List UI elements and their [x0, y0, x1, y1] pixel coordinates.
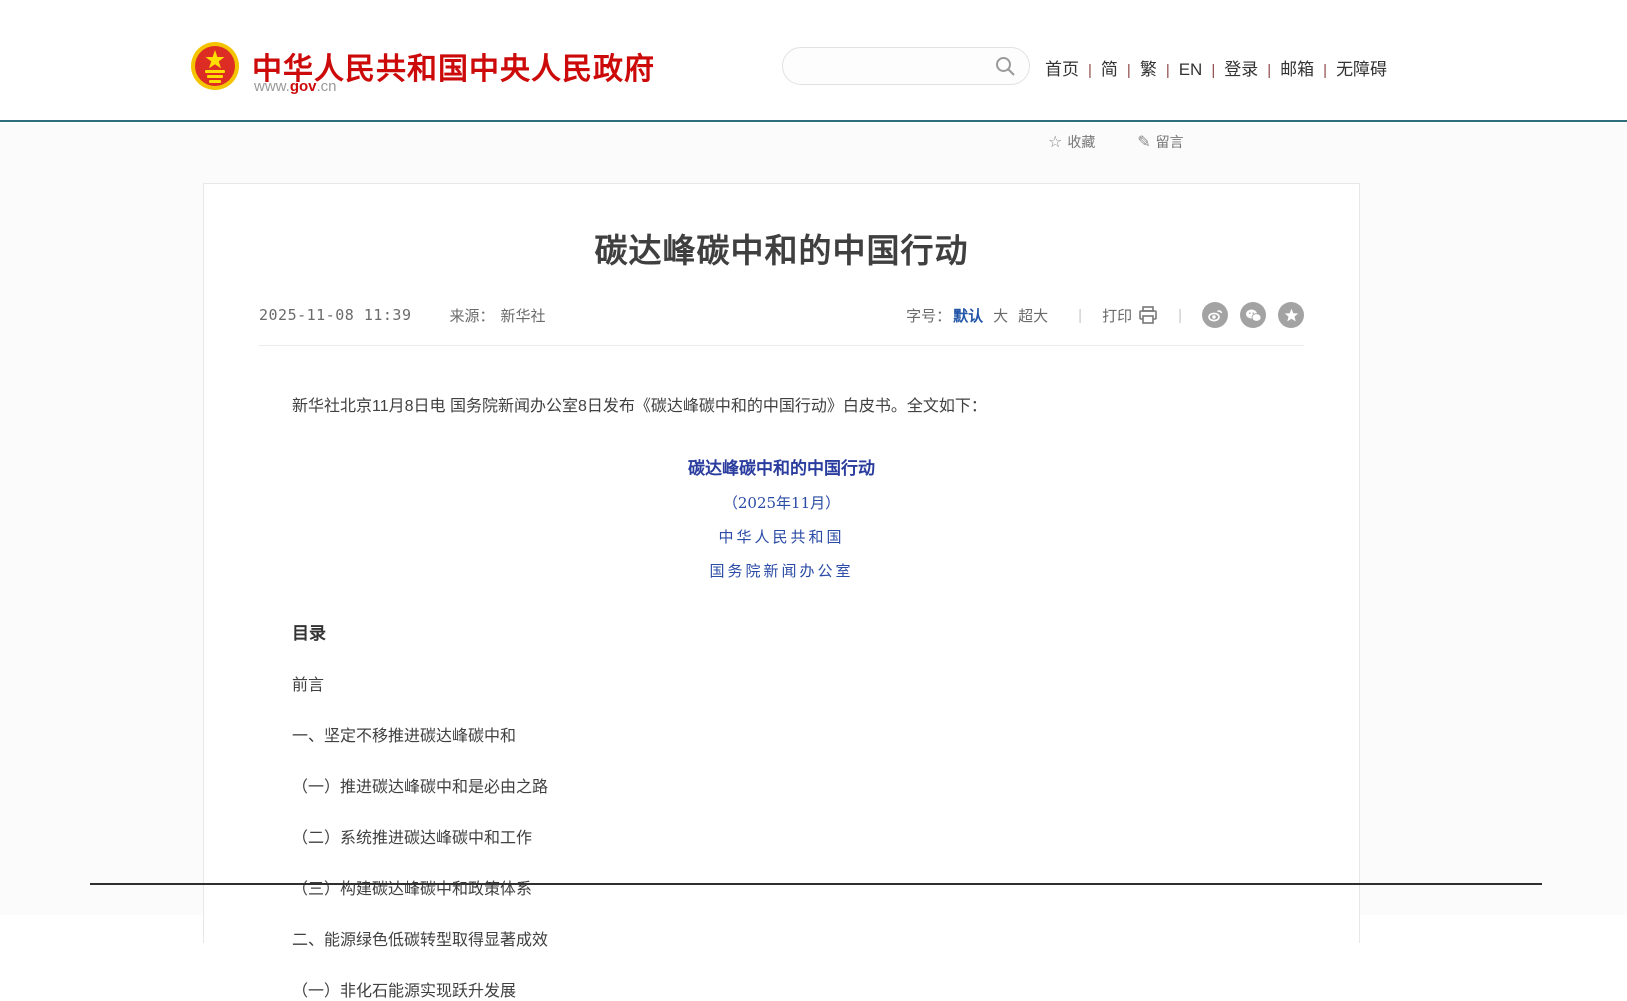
font-size-large-button[interactable]: 大: [993, 305, 1008, 326]
nav-simplified[interactable]: 简: [1101, 60, 1118, 79]
source-value[interactable]: 新华社: [501, 305, 546, 326]
comment-button[interactable]: ✎ 留言: [1137, 134, 1183, 150]
nav-separator: |: [1211, 62, 1215, 79]
document-title-link[interactable]: 碳达峰碳中和的中国行动: [292, 454, 1271, 479]
search-box[interactable]: [782, 47, 1030, 85]
article-meta-left: 2025-11-08 11:39 来源： 新华社: [259, 305, 546, 326]
nav-english[interactable]: EN: [1179, 60, 1203, 79]
toc-heading: 目录: [292, 619, 1271, 644]
weibo-share-icon[interactable]: [1202, 302, 1228, 328]
toc-item-section1-1[interactable]: （一）推进碳达峰碳中和是必由之路: [292, 773, 1271, 797]
share-buttons: [1202, 302, 1304, 328]
toc-item-section2-1[interactable]: （一）非化石能源实现跃升发展: [292, 977, 1271, 1001]
top-nav: 首页 | 简 | 繁 | EN | 登录 | 邮箱 | 无障碍: [1045, 55, 1387, 80]
nav-home[interactable]: 首页: [1045, 60, 1079, 79]
site-url-suffix: .cn: [317, 78, 337, 95]
star-icon: ☆: [1048, 134, 1062, 151]
toc-item-section2[interactable]: 二、能源绿色低碳转型取得显著成效: [292, 926, 1271, 950]
search-icon[interactable]: [993, 55, 1017, 79]
toc-item-section1[interactable]: 一、坚定不移推进碳达峰碳中和: [292, 722, 1271, 746]
meta-separator: |: [1178, 307, 1182, 324]
source-label: 来源：: [450, 305, 495, 326]
meta-separator: |: [1078, 307, 1082, 324]
site-url-gov: gov: [290, 78, 317, 95]
nav-accessibility[interactable]: 无障碍: [1336, 60, 1387, 79]
document-org-office: 国务院新闻办公室: [292, 560, 1271, 581]
printer-icon: [1138, 306, 1158, 324]
bottom-divider-line: [90, 883, 1542, 885]
document-org-country: 中华人民共和国: [292, 526, 1271, 547]
article-meta-row: 2025-11-08 11:39 来源： 新华社 字号： 默认 大 超大 | 打…: [259, 302, 1304, 346]
toc-item-section1-2[interactable]: （二）系统推进碳达峰碳中和工作: [292, 824, 1271, 848]
font-size-label: 字号：: [906, 305, 951, 326]
article-card: 碳达峰碳中和的中国行动 2025-11-08 11:39 来源： 新华社 字号：…: [203, 183, 1360, 943]
site-url: www.gov.cn: [254, 78, 337, 95]
publish-date: 2025-11-08 11:39: [259, 306, 412, 324]
toc-item-section1-3[interactable]: （三）构建碳达峰碳中和政策体系: [292, 875, 1271, 899]
toc-item-preface[interactable]: 前言: [292, 671, 1271, 695]
pencil-icon: ✎: [1137, 134, 1150, 151]
search-input[interactable]: [799, 50, 989, 82]
favorite-button[interactable]: ☆ 收藏: [1048, 134, 1095, 150]
nav-separator: |: [1127, 62, 1131, 79]
nav-separator: |: [1088, 62, 1092, 79]
site-header: 中华人民共和国中央人民政府 www.gov.cn 首页|简|繁|EN|登录|邮箱…: [0, 0, 1627, 122]
nav-separator: |: [1267, 62, 1271, 79]
page-actions: ☆ 收藏 ✎ 留言: [1048, 132, 1222, 152]
article-content: 新华社北京11月8日电 国务院新闻办公室8日发布《碳达峰碳中和的中国行动》白皮书…: [292, 394, 1271, 1001]
print-button[interactable]: 打印: [1102, 305, 1158, 326]
favorite-label: 收藏: [1067, 134, 1095, 150]
nav-traditional[interactable]: 繁: [1140, 60, 1157, 79]
nav-separator: |: [1166, 62, 1170, 79]
font-size-xlarge-button[interactable]: 超大: [1018, 305, 1048, 326]
document-date: （2025年11月）: [292, 492, 1271, 513]
nav-mail[interactable]: 邮箱: [1280, 60, 1314, 79]
lead-paragraph: 新华社北京11月8日电 国务院新闻办公室8日发布《碳达峰碳中和的中国行动》白皮书…: [292, 394, 1271, 420]
article-title: 碳达峰碳中和的中国行动: [204, 224, 1359, 272]
national-emblem-logo: [190, 40, 240, 92]
wechat-share-icon[interactable]: [1240, 302, 1266, 328]
font-size-default-button[interactable]: 默认: [953, 305, 983, 326]
document-heading-block: 碳达峰碳中和的中国行动 （2025年11月） 中华人民共和国 国务院新闻办公室: [292, 454, 1271, 581]
site-url-prefix: www.: [254, 78, 290, 95]
nav-login[interactable]: 登录: [1224, 60, 1258, 79]
print-label: 打印: [1102, 305, 1132, 326]
article-meta-right: 字号： 默认 大 超大 | 打印 |: [906, 302, 1304, 328]
comment-label: 留言: [1156, 134, 1184, 150]
qzone-share-icon[interactable]: [1278, 302, 1304, 328]
nav-separator: |: [1323, 62, 1327, 79]
